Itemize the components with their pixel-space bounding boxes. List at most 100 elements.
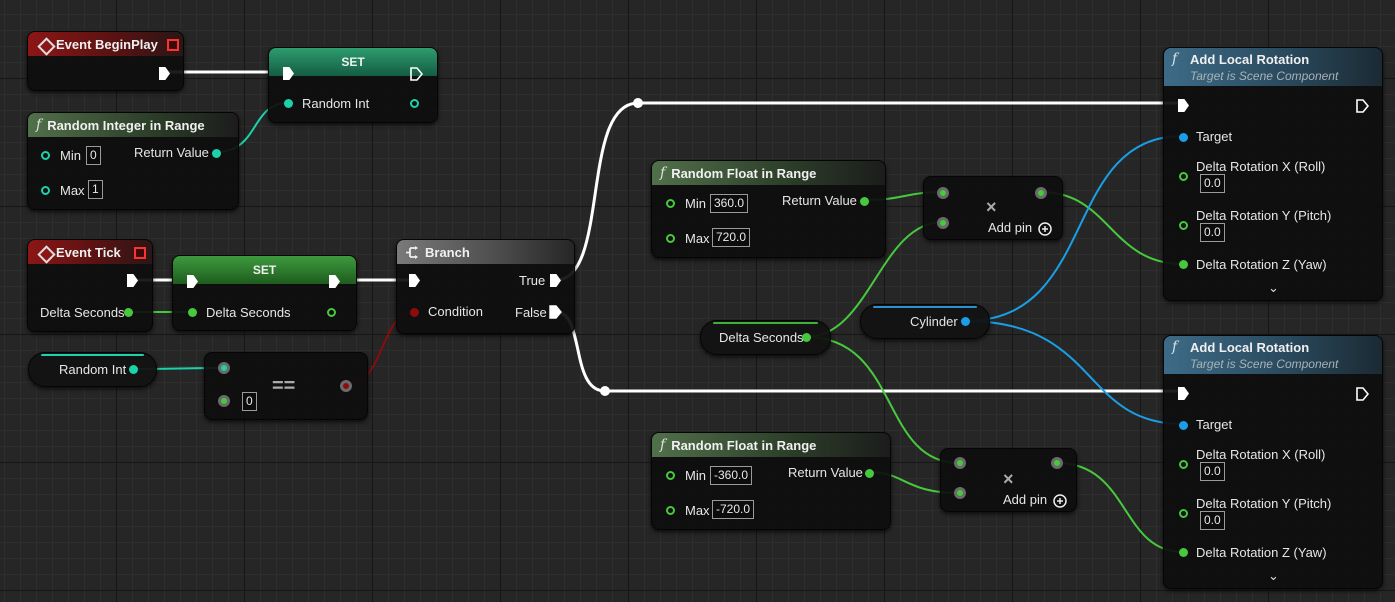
set-random-int-node[interactable]: SET Random Int (268, 47, 438, 123)
exec-in-pin[interactable] (1178, 99, 1189, 112)
delta-seconds-out-pin[interactable] (124, 308, 133, 317)
branch-node[interactable]: Branch True Condition False (396, 239, 575, 334)
delta-seconds-out-pin[interactable] (327, 308, 336, 317)
random-int-variable[interactable]: Random Int (28, 352, 157, 387)
target-label: Target (1196, 129, 1233, 144)
return-value-pin[interactable] (212, 149, 221, 158)
node-header: Event Tick (28, 240, 152, 264)
result-pin[interactable] (1051, 457, 1063, 469)
node-header: SET (173, 256, 356, 284)
min-input[interactable]: -360.0 (710, 466, 753, 485)
exec-out-pin[interactable] (1356, 387, 1369, 401)
add-local-rotation-node-1[interactable]: f Add Local Rotation Target is Scene Com… (1163, 47, 1383, 301)
yaw-pin[interactable] (1179, 548, 1188, 557)
a-pin[interactable] (218, 362, 230, 374)
pitch-input[interactable]: 0.0 (1200, 511, 1225, 530)
add-pin-icon[interactable] (1038, 222, 1052, 236)
false-label: False (515, 305, 547, 320)
max-input[interactable]: 1 (88, 180, 103, 199)
b-pin[interactable] (954, 487, 966, 499)
yaw-pin[interactable] (1179, 260, 1188, 269)
random-float-in-range-node-1[interactable]: f Random Float in Range Min 360.0 Return… (651, 160, 886, 258)
node-header: Event BeginPlay (28, 32, 183, 56)
b-pin[interactable] (937, 217, 949, 229)
max-pin[interactable] (666, 506, 675, 515)
cylinder-out-pin[interactable] (961, 317, 970, 326)
chevron-down-icon[interactable]: ⌄ (1268, 568, 1279, 584)
exec-out-pin[interactable] (127, 274, 138, 287)
pitch-label: Delta Rotation Y (Pitch) (1196, 496, 1332, 511)
roll-label: Delta Rotation X (Roll) (1196, 159, 1326, 174)
event-delegate-icon (167, 39, 179, 51)
target-pin[interactable] (1179, 421, 1188, 430)
equals-node[interactable]: 0 == (204, 352, 368, 420)
chevron-down-icon[interactable]: ⌄ (1268, 280, 1279, 296)
exec-in-pin[interactable] (409, 274, 420, 287)
random-int-out-pin[interactable] (410, 99, 419, 108)
cylinder-variable[interactable]: Cylinder (860, 304, 990, 339)
operator-symbol: × (986, 197, 997, 217)
event-tick-node[interactable]: Event Tick Delta Seconds (27, 239, 153, 332)
min-input[interactable]: 360.0 (710, 194, 749, 213)
yaw-label: Delta Rotation Z (Yaw) (1196, 257, 1327, 272)
node-title: Random Float in Range (671, 437, 817, 453)
add-pin-button[interactable]: Add pin (1003, 492, 1047, 507)
false-exec-pin[interactable] (549, 305, 562, 319)
node-header: f Add Local Rotation Target is Scene Com… (1164, 48, 1382, 86)
multiply-node-2[interactable]: × Add pin (940, 448, 1077, 512)
a-pin[interactable] (937, 187, 949, 199)
min-pin[interactable] (666, 471, 675, 480)
event-delegate-icon (134, 247, 146, 259)
add-pin-icon[interactable] (1053, 494, 1067, 508)
max-input[interactable]: 720.0 (712, 228, 751, 247)
pitch-pin[interactable] (1179, 221, 1188, 230)
random-integer-in-range-node[interactable]: f Random Integer in Range Min 0 Return V… (27, 112, 239, 210)
max-label: Max (685, 503, 710, 518)
delta-seconds-in-pin[interactable] (188, 308, 197, 317)
return-value-pin[interactable] (860, 197, 869, 206)
condition-pin[interactable] (410, 308, 419, 317)
roll-pin[interactable] (1179, 172, 1188, 181)
a-pin[interactable] (954, 457, 966, 469)
true-exec-pin[interactable] (550, 274, 561, 287)
random-int-out-pin[interactable] (129, 365, 138, 374)
return-value-pin[interactable] (865, 469, 874, 478)
pitch-pin[interactable] (1179, 509, 1188, 518)
target-pin[interactable] (1179, 133, 1188, 142)
roll-pin[interactable] (1179, 460, 1188, 469)
set-delta-seconds-node[interactable]: SET Delta Seconds (172, 255, 357, 331)
result-pin[interactable] (340, 380, 352, 392)
max-pin[interactable] (41, 186, 50, 195)
exec-out-pin[interactable] (410, 67, 423, 81)
max-input[interactable]: -720.0 (712, 500, 755, 519)
delta-seconds-variable[interactable]: Delta Seconds (700, 320, 831, 355)
min-label: Min (685, 196, 706, 211)
node-title: Add Local Rotation (1190, 51, 1310, 67)
roll-input[interactable]: 0.0 (1200, 174, 1225, 193)
event-beginplay-node[interactable]: Event BeginPlay (27, 31, 184, 91)
delta-seconds-out-pin[interactable] (802, 333, 811, 342)
max-label: Max (60, 183, 85, 198)
min-pin[interactable] (41, 151, 50, 160)
exec-out-pin[interactable] (1356, 99, 1369, 113)
function-f-icon: f (1172, 339, 1178, 355)
multiply-node-1[interactable]: × Add pin (923, 176, 1063, 240)
roll-input[interactable]: 0.0 (1200, 462, 1225, 481)
b-pin[interactable] (218, 395, 230, 407)
exec-in-pin[interactable] (1178, 387, 1189, 400)
node-header: f Add Local Rotation Target is Scene Com… (1164, 336, 1382, 374)
node-header: Branch (397, 240, 574, 264)
return-value-label: Return Value (782, 193, 857, 208)
random-float-in-range-node-2[interactable]: f Random Float in Range Min -360.0 Retur… (651, 432, 891, 530)
max-pin[interactable] (666, 234, 675, 243)
min-pin[interactable] (666, 199, 675, 208)
add-pin-button[interactable]: Add pin (988, 220, 1032, 235)
b-input[interactable]: 0 (242, 392, 257, 411)
min-input[interactable]: 0 (86, 146, 101, 165)
random-int-in-pin[interactable] (284, 99, 293, 108)
result-pin[interactable] (1035, 187, 1047, 199)
true-label: True (519, 273, 546, 288)
add-local-rotation-node-2[interactable]: f Add Local Rotation Target is Scene Com… (1163, 335, 1383, 589)
pitch-input[interactable]: 0.0 (1200, 223, 1225, 242)
exec-out-pin[interactable] (159, 67, 170, 80)
